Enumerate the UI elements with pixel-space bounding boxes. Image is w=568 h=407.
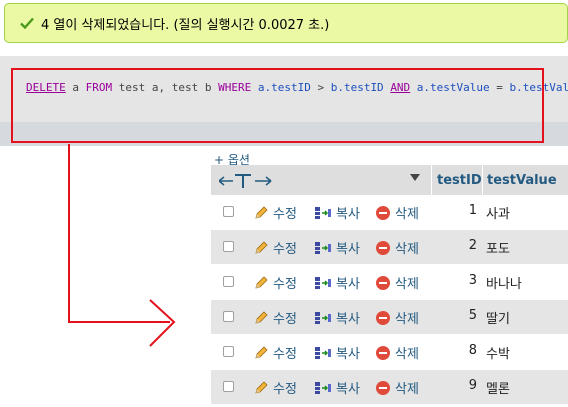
copy-label: 복사 bbox=[336, 382, 360, 397]
sort-dropdown-icon[interactable] bbox=[410, 174, 420, 182]
delete-link[interactable]: 삭제 bbox=[375, 238, 419, 257]
cell-testvalue[interactable]: 사과 bbox=[486, 203, 510, 222]
column-header-testid[interactable]: testID bbox=[437, 173, 482, 188]
table-header: testID testValue bbox=[211, 165, 568, 195]
copy-link[interactable]: 복사 bbox=[314, 378, 360, 397]
table-row[interactable]: 수정 복사 삭제 8 수박 bbox=[211, 335, 568, 369]
edit-link[interactable]: 수정 bbox=[253, 238, 297, 257]
delete-label: 삭제 bbox=[395, 312, 419, 327]
row-checkbox[interactable] bbox=[223, 276, 234, 287]
pencil-icon bbox=[255, 240, 268, 254]
table-row[interactable]: 수정 복사 삭제 1 사과 bbox=[211, 195, 568, 229]
copy-label: 복사 bbox=[336, 277, 360, 292]
cell-testvalue[interactable]: 바나나 bbox=[486, 273, 522, 292]
copy-insert-icon bbox=[315, 311, 331, 324]
edit-label: 수정 bbox=[273, 242, 297, 257]
edit-label: 수정 bbox=[273, 207, 297, 222]
copy-link[interactable]: 복사 bbox=[314, 238, 360, 257]
pencil-icon bbox=[255, 310, 268, 324]
edit-link[interactable]: 수정 bbox=[253, 273, 297, 292]
edit-label: 수정 bbox=[273, 382, 297, 397]
copy-link[interactable]: 복사 bbox=[314, 343, 360, 362]
cell-testvalue[interactable]: 딸기 bbox=[486, 308, 510, 327]
delete-link[interactable]: 삭제 bbox=[375, 378, 419, 397]
cell-testvalue[interactable]: 포도 bbox=[486, 238, 510, 257]
copy-insert-icon bbox=[315, 276, 331, 289]
cell-testvalue[interactable]: 멜론 bbox=[486, 378, 510, 397]
row-checkbox[interactable] bbox=[223, 206, 234, 217]
delete-link[interactable]: 삭제 bbox=[375, 308, 419, 327]
pencil-icon bbox=[255, 380, 268, 394]
delete-label: 삭제 bbox=[395, 347, 419, 362]
copy-label: 복사 bbox=[336, 312, 360, 327]
cell-testid[interactable]: 2 bbox=[431, 238, 477, 253]
delete-icon bbox=[376, 275, 390, 290]
pencil-icon bbox=[255, 275, 268, 289]
pencil-icon bbox=[255, 205, 268, 219]
header-separator bbox=[431, 165, 432, 195]
edit-link[interactable]: 수정 bbox=[253, 378, 297, 397]
delete-link[interactable]: 삭제 bbox=[375, 343, 419, 362]
delete-icon bbox=[376, 310, 390, 325]
cell-testid[interactable]: 8 bbox=[431, 343, 477, 358]
row-checkbox[interactable] bbox=[223, 346, 234, 357]
pencil-icon bbox=[255, 345, 268, 359]
delete-icon bbox=[376, 345, 390, 360]
row-checkbox[interactable] bbox=[223, 381, 234, 392]
delete-label: 삭제 bbox=[395, 277, 419, 292]
delete-label: 삭제 bbox=[395, 382, 419, 397]
row-checkbox[interactable] bbox=[223, 241, 234, 252]
edit-label: 수정 bbox=[273, 312, 297, 327]
row-checkbox[interactable] bbox=[223, 311, 234, 322]
table-row[interactable]: 수정 복사 삭제 9 멜론 bbox=[211, 370, 568, 404]
copy-label: 복사 bbox=[336, 347, 360, 362]
copy-insert-icon bbox=[315, 381, 331, 394]
cell-testid[interactable]: 1 bbox=[431, 203, 477, 218]
cell-testid[interactable]: 3 bbox=[431, 273, 477, 288]
table-row[interactable]: 수정 복사 삭제 5 딸기 bbox=[211, 300, 568, 334]
edit-label: 수정 bbox=[273, 347, 297, 362]
delete-link[interactable]: 삭제 bbox=[375, 203, 419, 222]
header-separator bbox=[482, 165, 483, 195]
delete-label: 삭제 bbox=[395, 242, 419, 257]
copy-insert-icon bbox=[315, 346, 331, 359]
cell-testvalue[interactable]: 수박 bbox=[486, 343, 510, 362]
edit-link[interactable]: 수정 bbox=[253, 308, 297, 327]
delete-icon bbox=[376, 380, 390, 395]
copy-link[interactable]: 복사 bbox=[314, 273, 360, 292]
copy-label: 복사 bbox=[336, 242, 360, 257]
edit-link[interactable]: 수정 bbox=[253, 343, 297, 362]
delete-label: 삭제 bbox=[395, 207, 419, 222]
copy-link[interactable]: 복사 bbox=[314, 308, 360, 327]
table-row[interactable]: 수정 복사 삭제 2 포도 bbox=[211, 230, 568, 264]
copy-insert-icon bbox=[315, 206, 331, 219]
delete-icon bbox=[376, 240, 390, 255]
cell-testid[interactable]: 9 bbox=[431, 378, 477, 393]
delete-icon bbox=[376, 205, 390, 220]
delete-link[interactable]: 삭제 bbox=[375, 273, 419, 292]
column-resize-arrows-icon[interactable] bbox=[219, 173, 273, 189]
table-row[interactable]: 수정 복사 삭제 3 바나나 bbox=[211, 265, 568, 299]
copy-label: 복사 bbox=[336, 207, 360, 222]
column-header-testvalue[interactable]: testValue bbox=[487, 173, 557, 188]
copy-link[interactable]: 복사 bbox=[314, 203, 360, 222]
copy-insert-icon bbox=[315, 241, 331, 254]
cell-testid[interactable]: 5 bbox=[431, 308, 477, 323]
edit-link[interactable]: 수정 bbox=[253, 203, 297, 222]
edit-label: 수정 bbox=[273, 277, 297, 292]
